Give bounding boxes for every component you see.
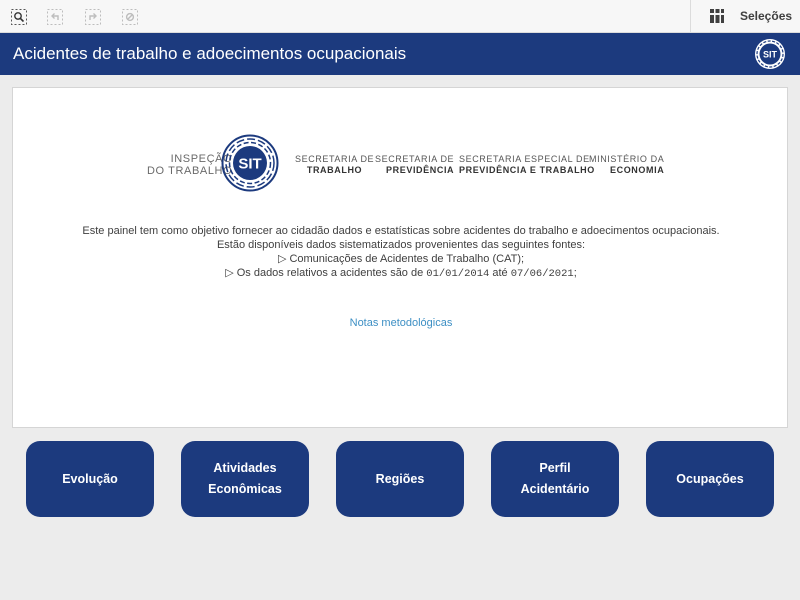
- org-line2: PREVIDÊNCIA E TRABALHO: [459, 165, 595, 175]
- notas-metodologicas-link[interactable]: Notas metodológicas: [13, 317, 789, 329]
- intro-text: Este painel tem como objetivo fornecer a…: [13, 224, 789, 281]
- search-icon[interactable]: [8, 6, 30, 28]
- institution-logos: INSPEÇÃO DO TRABALHO SIT SECRETARIA DE T…: [13, 133, 789, 193]
- sit-logo-icon: SIT: [755, 39, 785, 69]
- step-forward-icon[interactable]: [82, 6, 104, 28]
- org-secretaria-previdencia: SECRETARIA DE PREVIDÊNCIA: [375, 154, 454, 176]
- atividades-label-line2: Econômicas: [208, 482, 282, 496]
- org-secretaria-trabalho: SECRETARIA DE TRABALHO: [295, 154, 374, 176]
- perfil-label-line1: Perfil: [539, 461, 571, 475]
- evolucao-label: Evolução: [62, 471, 118, 486]
- org-line2: TRABALHO: [306, 165, 363, 175]
- intro-line-4-suffix: ;: [573, 267, 577, 279]
- intro-line-3: ▷ Comunicações de Acidentes de Trabalho …: [277, 253, 525, 265]
- org-line1: SECRETARIA ESPECIAL DE: [459, 154, 590, 164]
- selections-icon: [710, 9, 724, 23]
- atividades-label-line1: Atividades: [213, 461, 277, 475]
- selections-label: Seleções: [740, 9, 793, 23]
- ocupacoes-button[interactable]: Ocupações: [646, 441, 774, 517]
- selections-button[interactable]: Seleções: [690, 0, 800, 32]
- org-line1: SECRETARIA DE: [295, 154, 375, 164]
- intro-line-4-prefix: ▷ Os dados relativos a acidentes são de: [225, 267, 427, 279]
- date-end: 07/06/2021: [510, 268, 574, 280]
- sheet-title-bar: Acidentes de trabalho e adoecimentos ocu…: [0, 33, 800, 75]
- toolbar: Seleções: [0, 0, 800, 33]
- regioes-button[interactable]: Regiões: [336, 441, 464, 517]
- intro-line-2: Estão disponíveis dados sistematizados p…: [216, 239, 586, 251]
- evolucao-button[interactable]: Evolução: [26, 441, 154, 517]
- atividades-economicas-button[interactable]: Atividades Econômicas: [181, 441, 309, 517]
- org-secretaria-especial: SECRETARIA ESPECIAL DE PREVIDÊNCIA E TRA…: [459, 154, 595, 176]
- inspecao-logo-text: INSPEÇÃO DO TRABALHO: [147, 153, 232, 177]
- intro-line-4-mid: até: [489, 267, 511, 279]
- org-line1: SECRETARIA DE: [375, 154, 455, 164]
- perfil-acidentario-button[interactable]: Perfil Acidentário: [491, 441, 619, 517]
- org-line2: PREVIDÊNCIA: [386, 165, 455, 175]
- org-line2: ECONOMIA: [610, 165, 665, 175]
- regioes-label: Regiões: [375, 471, 425, 486]
- org-line1: MINISTÉRIO DA: [589, 154, 665, 164]
- inspecao-line2: DO TRABALHO: [147, 165, 233, 177]
- page-title: Acidentes de trabalho e adoecimentos ocu…: [13, 44, 407, 63]
- org-ministerio-economia: MINISTÉRIO DA ECONOMIA: [589, 154, 664, 176]
- perfil-label-line2: Acidentário: [520, 482, 590, 496]
- intro-line-4: ▷ Os dados relativos a acidentes são de …: [13, 266, 789, 281]
- step-back-icon[interactable]: [44, 6, 66, 28]
- badge-text: SIT: [763, 50, 778, 60]
- inspecao-line1: INSPEÇÃO: [170, 153, 233, 165]
- intro-panel: INSPEÇÃO DO TRABALHO SIT SECRETARIA DE T…: [12, 87, 788, 428]
- clear-selections-icon[interactable]: [119, 6, 141, 28]
- sit-seal-icon: SIT: [221, 134, 279, 192]
- intro-line-1: Este painel tem como objetivo fornecer a…: [82, 225, 720, 237]
- date-start: 01/01/2014: [426, 268, 490, 280]
- seal-text: SIT: [238, 156, 261, 173]
- ocupacoes-label: Ocupações: [676, 471, 744, 486]
